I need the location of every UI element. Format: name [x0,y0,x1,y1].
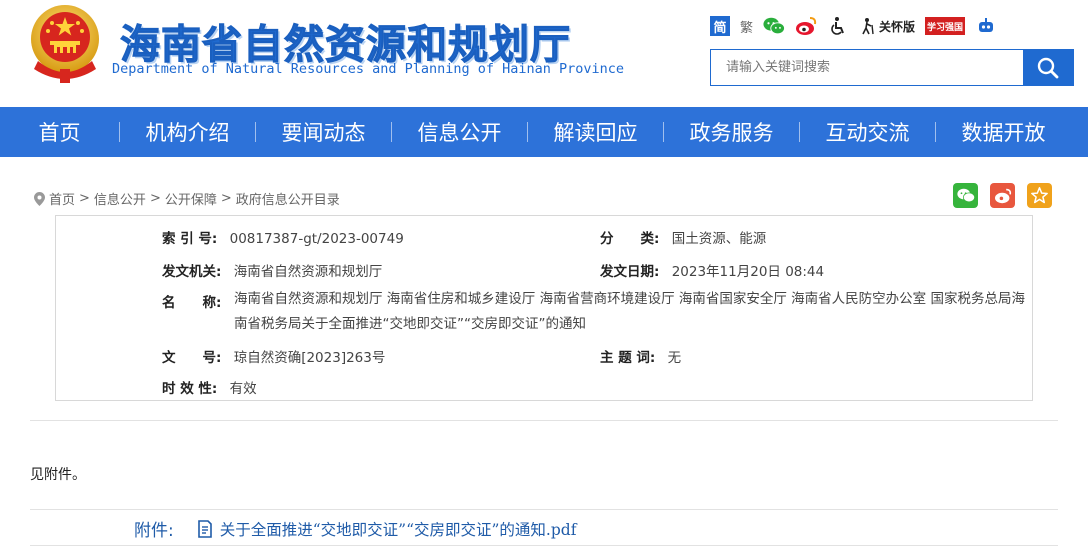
nav-item-interpretation[interactable]: 解读回应 [528,107,663,157]
meta-docno-label: 文 号: [162,350,222,366]
national-emblem-logo [26,3,104,85]
document-icon [197,519,212,538]
meta-name-label: 名 称: [162,295,222,311]
robot-icon[interactable] [975,15,997,37]
location-pin-icon [34,191,45,206]
meta-index-value: 00817387-gt/2023-00749 [229,231,404,247]
search-icon [1037,57,1059,78]
breadcrumb-home[interactable]: 首页 [49,189,75,208]
meta-docno-row: 文 号: 琼自然资确[2023]263号 [162,346,385,366]
nav-item-disclosure[interactable]: 信息公开 [392,107,527,157]
attachment-file-link[interactable]: 关于全面推进“交地即交证”“交房即交证”的通知.pdf [220,518,577,540]
meta-index-label: 索 引 号: [162,231,218,247]
meta-validity-value: 有效 [229,381,257,397]
care-mode-button[interactable]: 关怀版 [859,17,915,35]
meta-issuer-label: 发文机关: [162,264,222,280]
main-nav: 首页 机构介绍 要闻动态 信息公开 解读回应 政务服务 互动交流 数据开放 [0,107,1088,157]
breadcrumb-catalog[interactable]: 政府信息公开目录 [236,189,340,208]
attachment-row: 附件: 关于全面推进“交地即交证”“交房即交证”的通知.pdf [134,516,576,541]
meta-validity-row: 时 效 性: 有效 [162,377,257,397]
breadcrumb-separator: > [149,191,161,206]
meta-date-row: 发文日期: 2023年11月20日 08:44 [600,260,824,280]
weibo-icon[interactable] [795,15,817,37]
header-tools: 简 繁 关怀版 学习强国 [710,14,997,38]
article-body: 见附件。 [30,467,86,483]
nav-item-home[interactable]: 首页 [0,107,119,157]
share-favorite-button[interactable] [1027,183,1052,208]
meta-date-value: 2023年11月20日 08:44 [671,264,825,280]
weibo-icon [994,188,1011,203]
nav-item-interaction[interactable]: 互动交流 [800,107,935,157]
meta-date-label: 发文日期: [600,264,660,280]
meta-subject-row: 主 题 词: 无 [600,346,681,366]
breadcrumb-separator: > [220,191,232,206]
meta-category-label: 分 类: [600,231,660,247]
meta-name-value: 海南省自然资源和规划厅 海南省住房和城乡建设厅 海南省营商环境建设厅 海南省国家… [234,291,1025,332]
star-icon [1031,187,1048,204]
site-subtitle: Department of Natural Resources and Plan… [112,61,625,77]
search-box [710,49,1074,86]
share-weibo-button[interactable] [990,183,1015,208]
search-input[interactable] [711,50,1023,85]
site-header: 海南省自然资源和规划厅 Department of Natural Resour… [0,0,1088,107]
nav-item-about[interactable]: 机构介绍 [120,107,255,157]
share-wechat-button[interactable] [953,183,978,208]
elderly-care-icon [862,18,874,35]
breadcrumb-guarantee[interactable]: 公开保障 [165,189,217,208]
search-button[interactable] [1023,50,1073,85]
nav-item-services[interactable]: 政务服务 [664,107,799,157]
meta-subject-value: 无 [667,350,682,366]
meta-docno-value: 琼自然资确[2023]263号 [233,350,386,366]
attachment-label: 附件: [134,521,174,541]
share-buttons [953,183,1052,208]
nav-item-open-data[interactable]: 数据开放 [936,107,1071,157]
wechat-icon[interactable] [763,15,786,37]
meta-category-value: 国土资源、能源 [671,231,767,247]
attachment-divider-top [30,509,1058,510]
meta-category-row: 分 类: 国土资源、能源 [600,227,766,247]
breadcrumb-separator: > [79,191,90,206]
meta-issuer-row: 发文机关: 海南省自然资源和规划厅 [162,260,382,280]
xuexi-qiangguo-badge[interactable]: 学习强国 [925,17,966,35]
breadcrumb-disclosure[interactable]: 信息公开 [94,189,146,208]
meta-index-row: 索 引 号: 00817387-gt/2023-00749 [162,227,404,247]
meta-issuer-value: 海南省自然资源和规划厅 [233,264,383,280]
wechat-icon [956,188,975,203]
care-mode-label: 关怀版 [879,19,916,34]
document-meta-table: 索 引 号: 00817387-gt/2023-00749 分 类: 国土资源、… [55,215,1033,401]
meta-name-label-row: 名 称: [162,291,221,311]
nav-item-news[interactable]: 要闻动态 [256,107,391,157]
accessibility-icon[interactable] [827,15,849,37]
meta-validity-label: 时 效 性: [162,381,218,397]
meta-subject-label: 主 题 词: [600,350,656,366]
breadcrumb: 首页 > 信息公开 > 公开保障 > 政府信息公开目录 [34,189,340,208]
traditional-chinese-button[interactable]: 繁 [740,17,753,36]
simplified-chinese-button[interactable]: 简 [710,16,730,36]
content-divider [30,420,1058,421]
